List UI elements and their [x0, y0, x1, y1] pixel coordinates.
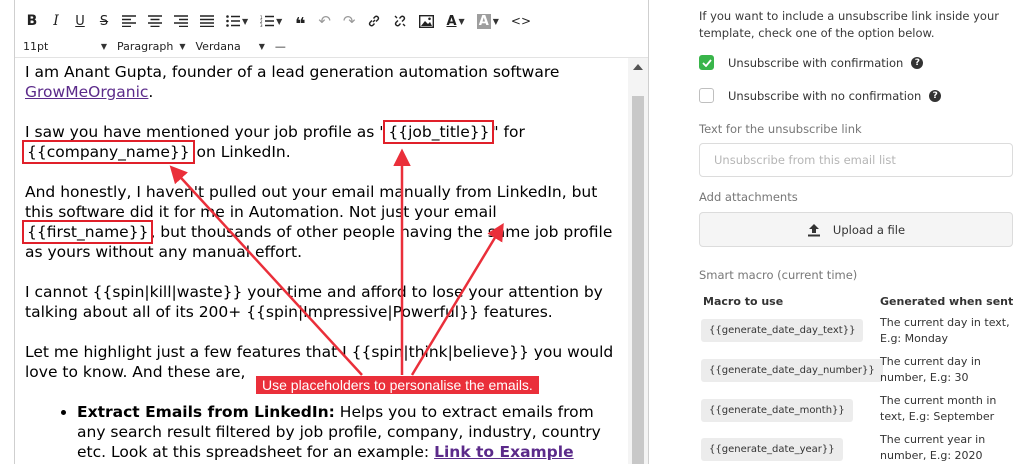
- macro-year-description: The current year in number, E.g: 2020: [880, 433, 986, 462]
- unsubscribe-text-input[interactable]: [699, 143, 1013, 177]
- macro-day-number-description: The current day in number, E.g: 30: [880, 355, 981, 384]
- attachments-label: Add attachments: [699, 190, 798, 204]
- column-header-generated: Generated when sent: [880, 295, 1014, 308]
- checkbox-unsubscribe-no-confirmation[interactable]: [699, 88, 714, 103]
- unsubscribe-text-label: Text for the unsubscribe link: [699, 122, 862, 136]
- column-header-macro: Macro to use: [703, 295, 784, 308]
- upload-file-label: Upload a file: [832, 222, 906, 237]
- settings-panel: If you want to include a unsubscribe lin…: [699, 0, 1017, 464]
- smart-macro-label: Smart macro (current time): [699, 268, 858, 282]
- help-icon[interactable]: ?: [929, 89, 942, 102]
- option-unsubscribe-confirmation[interactable]: Unsubscribe with confirmation ?: [699, 55, 924, 70]
- macro-day-text-description: The current day in text, E.g: Monday: [880, 316, 1010, 345]
- checkmark-icon: [701, 58, 712, 67]
- upload-file-button[interactable]: Upload a file: [699, 212, 1013, 247]
- macro-year[interactable]: {{generate_date_year}}: [701, 438, 843, 461]
- unsubscribe-intro: If you want to include a unsubscribe lin…: [699, 9, 999, 40]
- option-unsubscribe-no-confirmation[interactable]: Unsubscribe with no confirmation ?: [699, 88, 942, 103]
- checkbox-unsubscribe-confirmation[interactable]: [699, 55, 714, 70]
- arrow-to-company-name: [169, 165, 363, 376]
- macro-month-description: The current month in text, E.g: Septembe…: [880, 394, 997, 423]
- label-unsubscribe-confirmation: Unsubscribe with confirmation: [728, 55, 904, 70]
- macro-day-number[interactable]: {{generate_date_day_number}}: [701, 359, 883, 382]
- arrow-to-first-name: [410, 223, 504, 376]
- upload-icon: [807, 223, 820, 236]
- label-unsubscribe-no-confirmation: Unsubscribe with no confirmation: [728, 88, 922, 103]
- help-icon[interactable]: ?: [911, 56, 924, 69]
- annotation-callout: Use placeholders to personalise the emai…: [256, 376, 539, 394]
- macro-month[interactable]: {{generate_date_month}}: [701, 399, 853, 422]
- macro-day-text[interactable]: {{generate_date_day_text}}: [701, 319, 864, 342]
